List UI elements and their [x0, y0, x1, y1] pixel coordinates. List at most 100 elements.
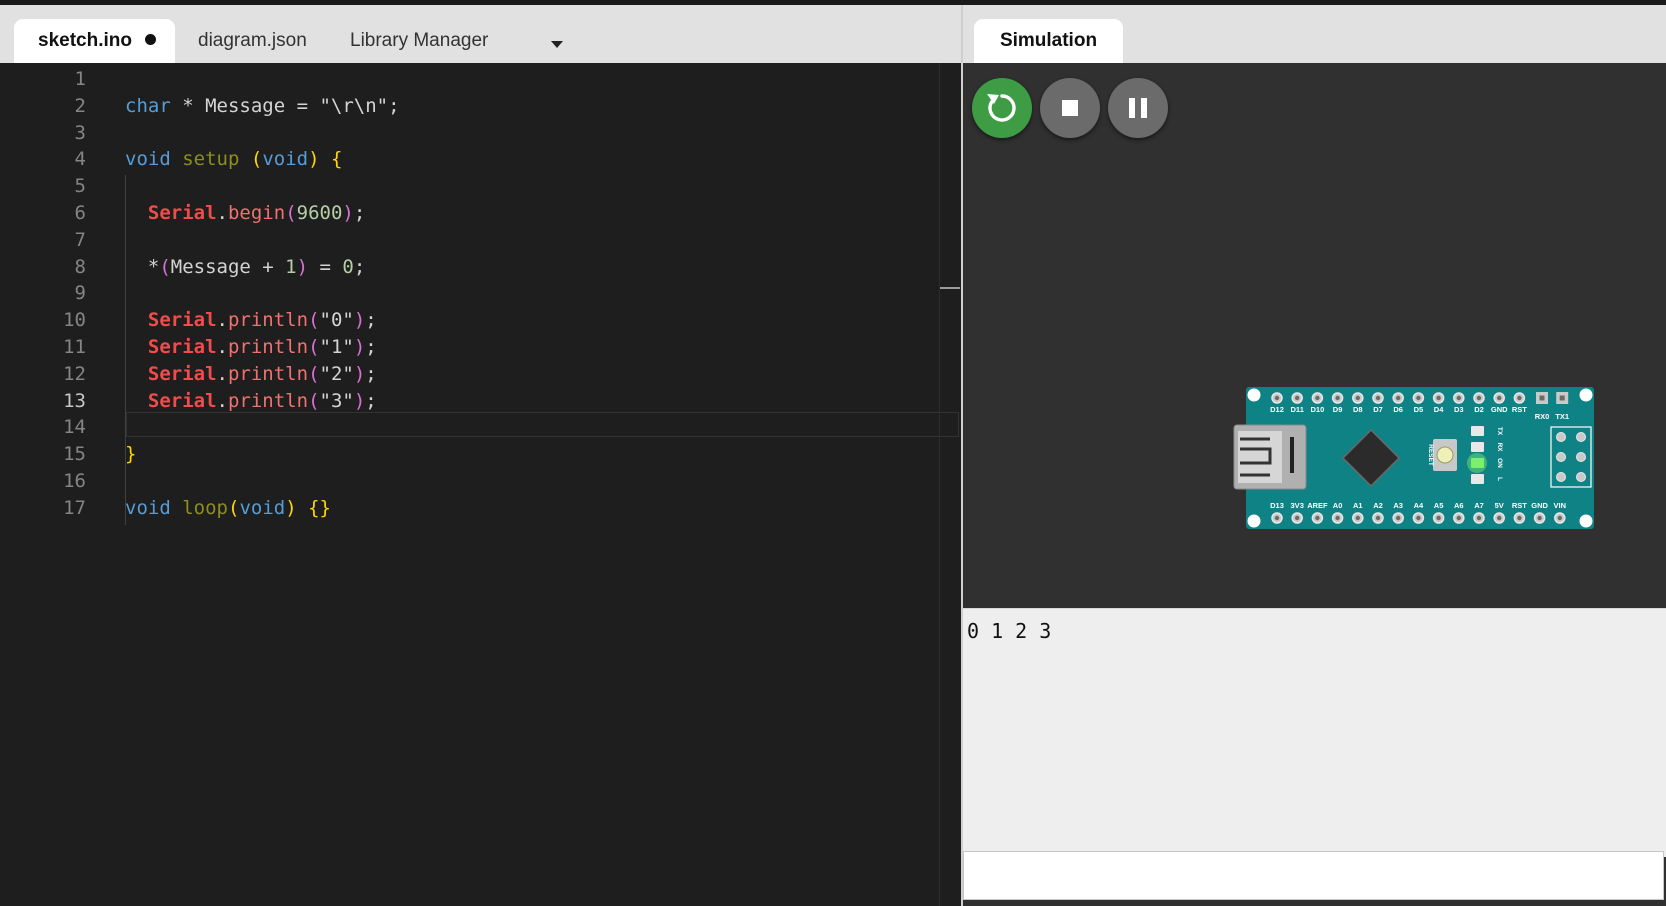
pin-label: RST — [1512, 501, 1527, 510]
line-number: 9 — [74, 282, 86, 305]
led-on — [1471, 458, 1484, 468]
header-pin-hole — [1517, 515, 1522, 521]
code-line[interactable]: 1 — [0, 65, 961, 93]
pin-label: VIN — [1554, 501, 1567, 510]
code-line[interactable]: 5 — [0, 172, 961, 200]
header-pin-hole — [1396, 395, 1401, 401]
code-token: char — [125, 94, 171, 117]
code-text: Serial.begin(9600); — [125, 199, 365, 227]
code-line[interactable]: 3 — [0, 119, 961, 147]
line-number: 7 — [74, 228, 86, 251]
code-line[interactable]: 14 — [0, 413, 961, 441]
code-line[interactable]: 9 — [0, 279, 961, 307]
code-line[interactable]: 4 void setup (void) { — [0, 145, 961, 173]
pin-label: D4 — [1434, 405, 1444, 414]
led-label: RX — [1496, 442, 1503, 452]
pin-label: 5V — [1495, 501, 1504, 510]
code-token: begin — [227, 202, 286, 224]
code-token: ) — [353, 336, 366, 358]
code-token: void — [125, 148, 171, 171]
tab-diagram-json[interactable]: diagram.json — [198, 19, 307, 63]
code-text: } — [125, 440, 136, 468]
usb-slot — [1290, 437, 1294, 473]
code-line[interactable]: 15} — [0, 440, 961, 468]
led-label: TX — [1496, 427, 1503, 436]
tab-sketch-ino[interactable]: sketch.ino — [14, 19, 175, 63]
code-editor[interactable]: 1 2 char * Message = "\r\n"; 3 4 void setup (… — [0, 63, 961, 906]
code-token: ( — [227, 496, 240, 519]
code-line[interactable]: 10 Serial.println("0"); — [0, 306, 961, 334]
pin-label: RST — [1512, 405, 1527, 414]
code-text: *(Message + 1) = 0; — [125, 253, 365, 281]
header-pin-hole — [1335, 515, 1340, 521]
reset-button-cap — [1436, 446, 1454, 464]
tabs-dropdown-caret-icon[interactable] — [551, 41, 563, 48]
pin-label: A0 — [1333, 501, 1343, 510]
stop-icon — [1062, 100, 1078, 116]
code-line[interactable]: 6 Serial.begin(9600); — [0, 199, 961, 227]
editor-tab-bar: sketch.ino diagram.json Library Manager — [0, 5, 961, 63]
code-token: Serial — [147, 336, 217, 358]
pause-button[interactable] — [1108, 78, 1168, 138]
pin-label: D9 — [1333, 405, 1343, 414]
code-token: "1" — [319, 336, 354, 358]
code-token: ) — [342, 202, 354, 224]
code-token: { — [331, 148, 343, 171]
code-token: Serial — [147, 362, 217, 385]
tab-simulation[interactable]: Simulation — [974, 19, 1123, 63]
code-line[interactable]: 2 char * Message = "\r\n"; — [0, 92, 961, 120]
code-token: "0" — [319, 309, 354, 332]
pin-label: D5 — [1414, 405, 1424, 414]
simulation-tab-bar: Simulation — [963, 5, 1666, 63]
pin-label: A5 — [1434, 501, 1444, 510]
code-token: println — [227, 362, 309, 385]
line-number: 15 — [63, 443, 86, 466]
tab-library-manager[interactable]: Library Manager — [350, 19, 488, 63]
simulation-canvas[interactable]: D12 D11 D10 D9 D8 D7 D6 D5 D4 D3 D2 GND RST RX0 TX1 D13… — [963, 63, 1666, 608]
serial-monitor: 0 1 2 3 — [963, 608, 1666, 857]
code-token: ( — [250, 148, 263, 171]
arduino-nano-board[interactable]: D12 D11 D10 D9 D8 D7 D6 D5 D4 D3 D2 GND RST RX0 TX1 D13… — [963, 63, 1666, 608]
pin-label: A4 — [1414, 501, 1424, 510]
code-token: ) — [296, 255, 309, 278]
stop-button[interactable] — [1040, 78, 1100, 138]
code-text: Serial.println("0"); — [125, 306, 377, 334]
header-pin-hole — [1476, 515, 1482, 521]
editor-pane: sketch.ino diagram.json Library Manager … — [0, 5, 961, 906]
line-number: 3 — [74, 121, 86, 144]
line-number: 10 — [63, 309, 86, 332]
code-token: } — [125, 443, 137, 466]
code-token: loop — [182, 496, 228, 519]
restart-button[interactable] — [972, 78, 1032, 138]
code-token: ) — [285, 496, 297, 519]
simulation-pane: Simulation D12 D11 D10 D9 D8 D7 D6 D5 D4 D3 D2 GND R… — [963, 5, 1666, 906]
code-text: Serial.println("2"); — [125, 360, 377, 388]
header-pin-hole — [1375, 515, 1381, 521]
code-line[interactable]: 8 *(Message + 1) = 0; — [0, 253, 961, 281]
code-line[interactable]: 13 Serial.println("3"); — [0, 387, 961, 415]
code-token: ; — [365, 336, 377, 358]
icsp-pin — [1576, 452, 1586, 462]
code-line[interactable]: 11 Serial.println("1"); — [0, 333, 961, 361]
code-token: ; — [365, 389, 377, 412]
pin-label: D3 — [1454, 405, 1464, 414]
code-line[interactable]: 12 Serial.println("2"); — [0, 360, 961, 388]
code-token: "\r\n" — [319, 94, 389, 117]
serial-input-field[interactable] — [963, 851, 1664, 900]
code-token: setup — [182, 148, 240, 171]
icsp-pin — [1556, 432, 1566, 442]
tab-label: Library Manager — [350, 30, 489, 51]
code-token: Serial — [147, 202, 217, 224]
code-line[interactable]: 17 void loop(void) {} — [0, 494, 961, 522]
code-text: void loop(void) {} — [125, 494, 331, 522]
code-token: ; — [388, 94, 400, 117]
code-line[interactable]: 16 — [0, 467, 961, 495]
code-line[interactable]: 7 — [0, 226, 961, 254]
header-pin-hole — [1416, 395, 1421, 401]
reset-label: RESET — [1427, 444, 1434, 466]
header-pin-hole — [1436, 395, 1441, 401]
